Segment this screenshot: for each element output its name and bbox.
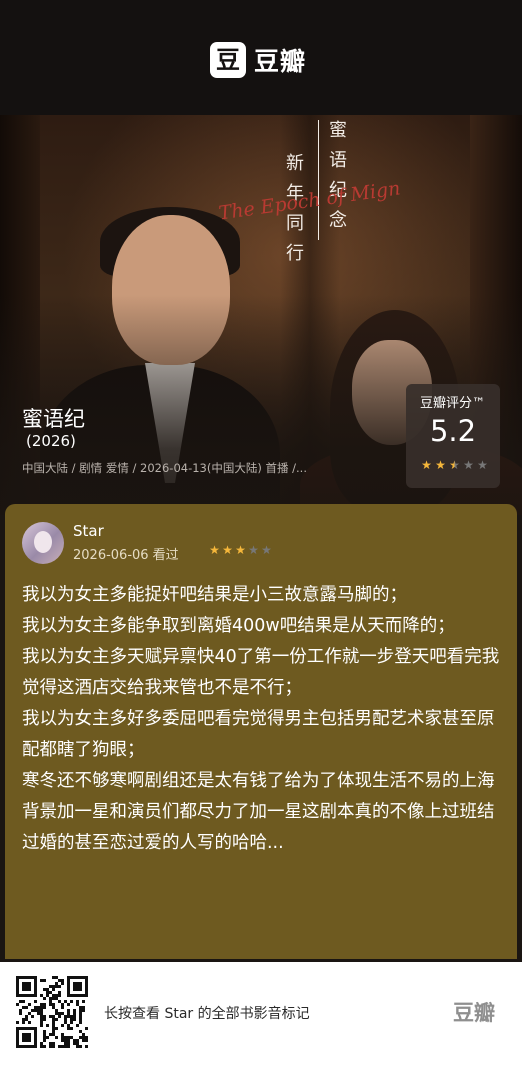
star-icon: ★ — [209, 543, 220, 557]
footer-douban-logo: 豆瓣 — [453, 1001, 495, 1025]
share-footer: 长按查看 Star 的全部书影音标记 豆瓣 — [0, 962, 522, 1080]
review-paragraph: 我以为女主多能争取到离婚400w吧结果是从天而降的； — [22, 616, 455, 636]
qr-code[interactable] — [16, 976, 88, 1048]
poster-title-vertical: 蜜语纪念 — [318, 120, 349, 240]
movie-meta: 中国大陆 / 剧情 爱情 / 2026-04-13(中国大陆) 首播 /... — [22, 461, 307, 475]
review-paragraph: 我以为女主多好多委屈吧看完觉得男主包括男配艺术家甚至原配都瞎了狗眼； — [22, 709, 495, 760]
review-text: 我以为女主多能捉奸吧结果是小三故意露马脚的； 我以为女主多能争取到离婚400w吧… — [22, 580, 502, 859]
username[interactable]: Star — [73, 522, 104, 540]
star-icon: ★ — [222, 543, 233, 557]
douban-logo-icon: 豆 — [210, 42, 246, 78]
star-icon: ★ — [421, 458, 432, 472]
review-paragraph: 我以为女主多天赋异禀快40了第一份工作就一步登天吧看完我觉得这酒店交给我来管也不… — [22, 647, 500, 698]
star-icon: ★ — [435, 458, 446, 472]
star-icon: ★ — [449, 458, 460, 472]
avatar[interactable] — [22, 522, 64, 564]
star-icon: ★ — [248, 543, 259, 557]
rating-label: 豆瓣评分™ — [420, 396, 486, 411]
star-icon: ★ — [235, 543, 246, 557]
review-date: 2026-06-06 看过 — [73, 548, 179, 563]
review-paragraph: 我以为女主多能捉奸吧结果是小三故意露马脚的； — [22, 585, 407, 605]
douban-logo: 豆 豆瓣 — [210, 42, 306, 78]
douban-rating-card: 豆瓣评分™ 5.2 ★ ★ ★ ★ ★ — [406, 384, 500, 488]
movie-year: (2026) — [26, 432, 76, 450]
douban-logo-text: 豆瓣 — [254, 47, 307, 76]
review-paragraph: 寒冬还不够寒啊剧组还是太有钱了给为了体现生活不易的上海背景加一星和演员们都尽力了… — [22, 771, 495, 853]
star-icon: ★ — [463, 458, 474, 472]
review-card: Star 2026-06-06 看过 ★ ★ ★ ★ ★ 我以为女主多能捉奸吧结果是小三… — [5, 504, 517, 959]
app-header: 豆 豆瓣 — [0, 0, 522, 115]
footer-prompt: 长按查看 Star 的全部书影音标记 — [104, 1006, 310, 1022]
star-icon: ★ — [261, 543, 272, 557]
star-icon: ★ — [477, 458, 488, 472]
movie-title: 蜜语纪 — [22, 407, 85, 431]
rating-score: 5.2 — [429, 414, 477, 448]
rating-stars: ★ ★ ★ ★ ★ — [420, 458, 489, 472]
review-stars: ★ ★ ★ ★ ★ — [208, 543, 273, 557]
